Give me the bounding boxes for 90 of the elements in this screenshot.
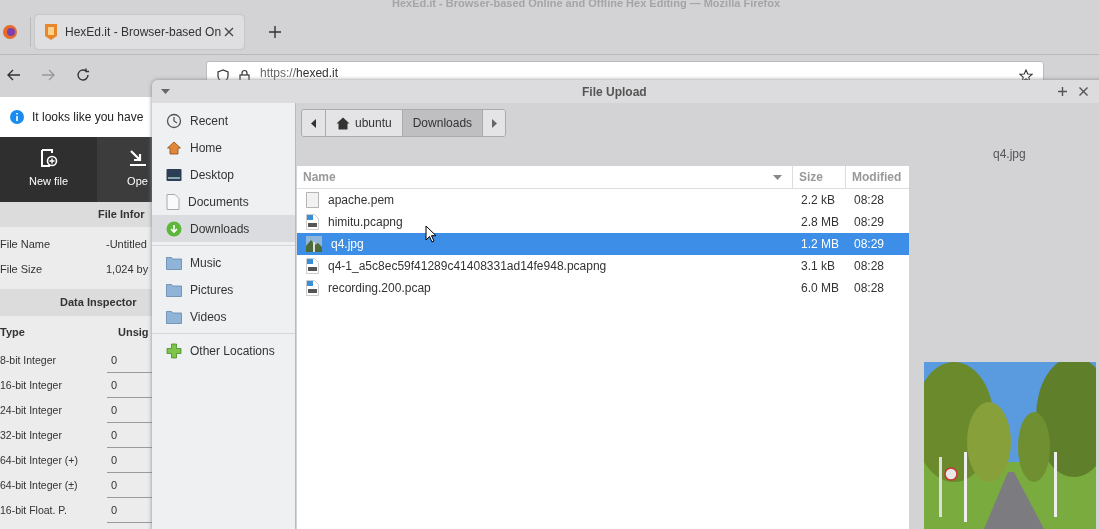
import-icon bbox=[128, 149, 147, 168]
file-size: 3.1 kB bbox=[800, 258, 837, 275]
value-text: 0 bbox=[111, 452, 118, 468]
browser-tab[interactable]: HexEd.it - Browser-based On bbox=[35, 14, 244, 49]
type-label: 32-bit Integer bbox=[0, 427, 63, 443]
file-name: himitu.pcapng bbox=[328, 214, 403, 231]
section-title: File Infor bbox=[98, 207, 145, 223]
column-header: Type bbox=[0, 324, 26, 340]
right-caret-icon bbox=[491, 118, 497, 128]
path-button[interactable]: ubuntu bbox=[326, 110, 403, 136]
value-text: 0 bbox=[111, 427, 118, 443]
path-button[interactable]: Downloads bbox=[402, 110, 484, 136]
value-text: 0 bbox=[111, 402, 118, 418]
info-label: File Name bbox=[0, 237, 52, 253]
preview-filename: q4.jpg bbox=[993, 146, 1026, 163]
file-name: recording.200.pcap bbox=[328, 280, 431, 297]
file-row[interactable]: himitu.pcapng 2.8 MB 08:29 bbox=[297, 211, 909, 233]
value-text: 0 bbox=[111, 477, 118, 493]
value-text: 0 bbox=[111, 502, 118, 518]
file-size: 6.0 MB bbox=[800, 280, 840, 297]
column-header: Unsig bbox=[118, 324, 149, 340]
document-icon bbox=[166, 193, 180, 210]
sidebar-item[interactable]: Music bbox=[152, 249, 295, 276]
sidebar-item[interactable]: Recent bbox=[152, 107, 295, 134]
value-text: 0 bbox=[111, 377, 118, 393]
file-name: q4.jpg bbox=[331, 236, 364, 253]
file-row[interactable]: recording.200.pcap 6.0 MB 08:28 bbox=[297, 277, 909, 299]
clock-icon bbox=[166, 112, 182, 129]
sidebar-item[interactable]: Pictures bbox=[152, 276, 295, 303]
scroll-right-button[interactable] bbox=[483, 110, 506, 136]
type-label: 8-bit Integer bbox=[0, 352, 58, 368]
file-name: q4-1_a5c8ec59f41289c41408331ad14fe948.pcapng bbox=[328, 258, 607, 275]
download-icon bbox=[166, 220, 182, 237]
back-icon[interactable] bbox=[7, 68, 21, 81]
menu-icon[interactable] bbox=[161, 89, 170, 94]
file-name: apache.pem bbox=[328, 192, 395, 209]
value-text: 0 bbox=[111, 352, 118, 368]
shield-icon bbox=[217, 68, 229, 83]
file-time: 08:29 bbox=[853, 236, 885, 253]
url-text: https://hexed.it bbox=[260, 65, 339, 80]
info-value: -Untitled bbox=[106, 237, 147, 253]
star-icon[interactable] bbox=[1019, 68, 1033, 83]
folder-icon bbox=[166, 309, 182, 324]
new-tab-icon[interactable] bbox=[269, 25, 281, 38]
file-time: 08:28 bbox=[853, 280, 885, 297]
new-file-icon bbox=[39, 149, 58, 168]
notification-text: It looks like you have bbox=[32, 109, 144, 126]
file-row[interactable]: apache.pem 2.2 kB 08:28 bbox=[297, 189, 909, 211]
binary-file-icon bbox=[306, 214, 319, 230]
maximize-icon[interactable] bbox=[1058, 87, 1067, 96]
type-label: 16-bit Float. P. bbox=[0, 502, 68, 518]
folder-icon bbox=[166, 255, 182, 270]
close-icon[interactable] bbox=[1079, 87, 1088, 96]
file-row[interactable]: q4-1_a5c8ec59f41289c41408331ad14fe948.pcapng 3.1 kB 08:28 bbox=[297, 255, 909, 277]
info-icon bbox=[10, 110, 24, 124]
info-value: 1,024 by bbox=[106, 262, 149, 278]
sort-icon bbox=[773, 174, 782, 180]
home-icon bbox=[336, 116, 350, 130]
file-time: 08:28 bbox=[853, 258, 885, 275]
firefox-icon[interactable] bbox=[2, 23, 18, 40]
reload-icon[interactable] bbox=[76, 67, 90, 82]
sidebar-item[interactable]: Videos bbox=[152, 303, 295, 330]
image-file-icon bbox=[306, 236, 322, 252]
sidebar-item[interactable]: Downloads bbox=[152, 215, 295, 242]
file-size: 2.2 kB bbox=[800, 192, 837, 209]
section-title: Data Inspector bbox=[60, 295, 137, 311]
binary-file-icon bbox=[306, 258, 319, 274]
lock-icon bbox=[239, 68, 250, 83]
file-time: 08:29 bbox=[853, 214, 885, 231]
home-icon bbox=[166, 139, 182, 156]
folder-icon bbox=[166, 282, 182, 297]
scroll-left-button[interactable] bbox=[302, 110, 326, 136]
file-size: 2.8 MB bbox=[800, 214, 840, 231]
file-size: 1.2 MB bbox=[800, 236, 840, 253]
left-caret-icon bbox=[311, 118, 316, 128]
hexed-icon bbox=[44, 23, 58, 40]
plus-icon bbox=[166, 342, 182, 359]
sidebar-item[interactable]: Other Locations bbox=[152, 337, 295, 364]
file-icon bbox=[306, 192, 319, 208]
type-label: 64-bit Integer (±) bbox=[0, 477, 79, 493]
close-icon[interactable] bbox=[224, 26, 234, 37]
type-label: 24-bit Integer bbox=[0, 402, 63, 418]
info-label: File Size bbox=[0, 262, 44, 278]
type-label: 16-bit Integer bbox=[0, 377, 63, 393]
mouse-cursor-icon bbox=[425, 225, 437, 243]
binary-file-icon bbox=[306, 280, 319, 296]
desktop-icon bbox=[166, 167, 182, 182]
type-label: 64-bit Integer (+) bbox=[0, 452, 79, 468]
file-time: 08:28 bbox=[853, 192, 885, 209]
toolbar-button[interactable]: New file bbox=[0, 137, 97, 202]
